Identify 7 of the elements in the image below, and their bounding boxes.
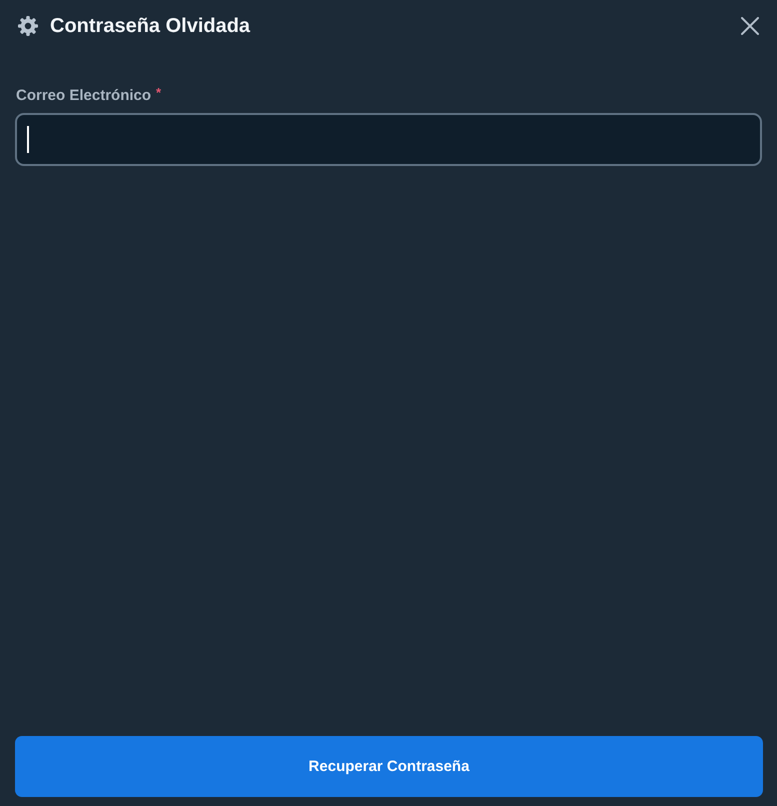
dialog-title: Contraseña Olvidada [50,14,250,38]
email-input-field[interactable] [15,113,762,166]
email-label: Correo Electrónico [16,86,152,106]
close-icon[interactable] [741,17,759,35]
settings-icon [18,16,38,36]
recover-password-button[interactable]: Recuperar Contraseña [15,736,763,797]
required-mark: * [156,86,162,100]
